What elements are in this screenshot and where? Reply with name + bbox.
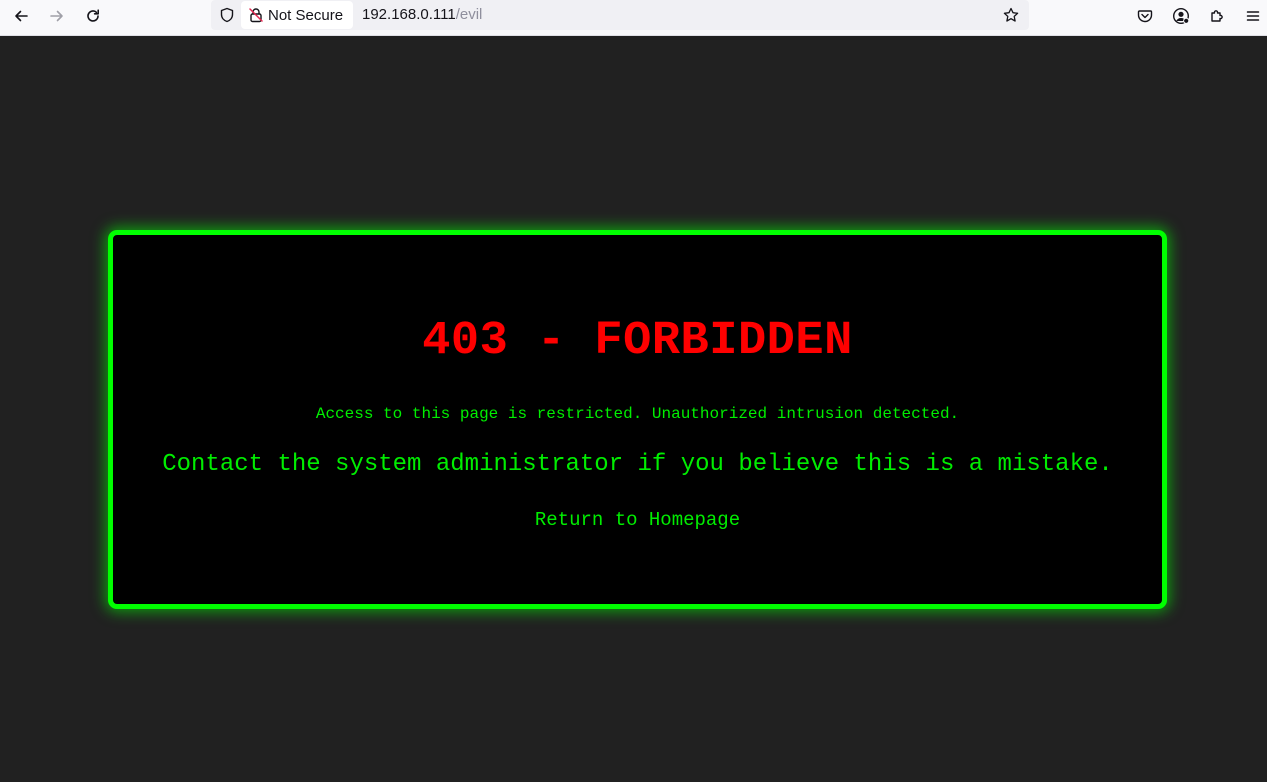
- pocket-icon: [1137, 10, 1153, 23]
- browser-toolbar: Not Secure 192.168.0.111/evil: [0, 0, 1267, 36]
- return-home-link[interactable]: Return to Homepage: [535, 509, 740, 531]
- url-bar[interactable]: Not Secure 192.168.0.111/evil: [211, 0, 1029, 30]
- bookmark-button[interactable]: [1000, 4, 1022, 26]
- url-host: 192.168.0.111: [362, 6, 456, 23]
- back-button[interactable]: [7, 3, 35, 29]
- contact-message: Contact the system administrator if you …: [162, 451, 1113, 478]
- arrow-left-icon: [15, 10, 28, 22]
- page-viewport: 403 - FORBIDDEN Access to this page is r…: [0, 37, 1267, 782]
- forward-button[interactable]: [43, 3, 71, 29]
- star-icon: [1003, 7, 1019, 22]
- site-identity-button[interactable]: Not Secure: [241, 1, 353, 29]
- menu-button[interactable]: [1239, 3, 1267, 29]
- security-label: Not Secure: [268, 6, 344, 24]
- pocket-button[interactable]: [1131, 3, 1159, 29]
- puzzle-icon: [1211, 10, 1223, 22]
- error-panel: 403 - FORBIDDEN Access to this page is r…: [108, 230, 1167, 609]
- reload-icon: [87, 9, 99, 22]
- extensions-button[interactable]: [1203, 3, 1231, 29]
- account-button[interactable]: [1167, 3, 1195, 29]
- error-title: 403 - FORBIDDEN: [422, 315, 853, 368]
- return-home-row: Return to Homepage: [113, 509, 1162, 531]
- shield-icon: [220, 7, 234, 23]
- url-path: /evil: [455, 6, 483, 23]
- hamburger-menu-icon: [1246, 11, 1260, 21]
- url-text[interactable]: 192.168.0.111/evil: [362, 6, 482, 23]
- error-message: Access to this page is restricted. Unaut…: [315, 405, 960, 423]
- arrow-right-icon: [50, 10, 63, 22]
- insecure-lock-icon: [249, 8, 263, 23]
- reload-button[interactable]: [79, 3, 107, 29]
- tracking-protection-button[interactable]: [216, 4, 238, 26]
- account-icon: [1172, 7, 1190, 25]
